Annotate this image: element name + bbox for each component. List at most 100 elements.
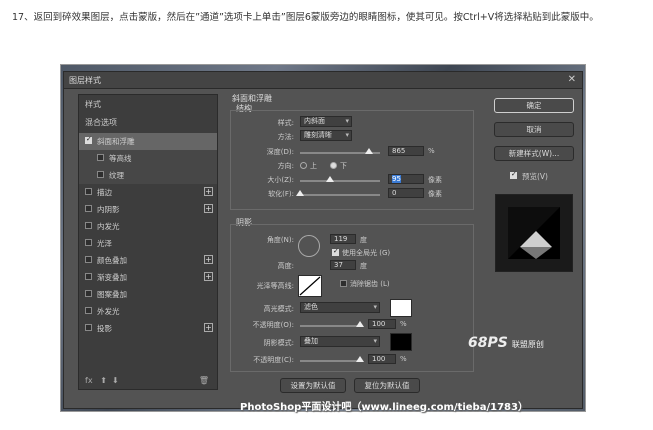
68ps-watermark-logo: 68PS 联盟原创	[468, 335, 544, 351]
add-effect-icon[interactable]: +	[204, 272, 213, 281]
highlight-color-swatch[interactable]	[390, 299, 412, 317]
size-slider-knob[interactable]	[326, 176, 335, 182]
altitude-input[interactable]: 37	[330, 260, 356, 270]
style-item-5[interactable]: 内发光	[79, 218, 217, 235]
dialog-titlebar: 图层样式 ✕	[64, 72, 582, 89]
style-item-label: 内阴影	[97, 205, 120, 214]
method-dropdown[interactable]: 雕刻清晰	[300, 130, 352, 141]
style-label: 样式:	[277, 119, 294, 127]
shadow-color-swatch[interactable]	[390, 333, 412, 351]
style-item-4[interactable]: 内阴影 +	[79, 201, 217, 218]
blend-options-item[interactable]: 混合选项	[85, 117, 117, 128]
shadow-opacity-input[interactable]: 100	[368, 354, 396, 364]
style-item-7[interactable]: 颜色叠加 +	[79, 252, 217, 269]
style-item-11[interactable]: 投影 +	[79, 320, 217, 337]
depth-label: 深度(D):	[266, 148, 294, 156]
style-item-9[interactable]: 图案叠加	[79, 286, 217, 303]
gloss-contour-label: 光泽等高线:	[256, 282, 294, 290]
style-item-checkbox[interactable]	[85, 256, 92, 263]
direction-up-radio[interactable]	[300, 162, 307, 169]
highlight-opacity-slider[interactable]	[300, 321, 364, 327]
style-item-checkbox[interactable]	[85, 307, 92, 314]
styles-list-panel: 样式 混合选项 斜面和浮雕等高线纹理描边 + 内阴影 + 内发光光泽颜色叠加 + 渐变叠加 +…	[78, 94, 218, 390]
altitude-unit: 度	[360, 262, 367, 270]
direction-label: 方向:	[277, 162, 294, 170]
preview-graphic	[508, 207, 560, 259]
move-down-icon[interactable]: ⬇	[112, 376, 119, 385]
highlight-opacity-knob[interactable]	[356, 321, 364, 327]
highlight-opacity-input[interactable]: 100	[368, 319, 396, 329]
preview-checkbox[interactable]	[510, 170, 517, 179]
close-icon[interactable]: ✕	[568, 74, 576, 85]
style-item-checkbox[interactable]	[97, 154, 104, 161]
depth-input[interactable]: 865	[388, 146, 424, 156]
style-item-10[interactable]: 外发光	[79, 303, 217, 320]
style-item-label: 光泽	[97, 239, 112, 248]
cancel-button[interactable]: 取消	[494, 122, 574, 137]
gloss-contour-picker[interactable]	[298, 275, 322, 297]
fx-icon[interactable]: fx ⬆ ⬇	[85, 376, 119, 385]
add-effect-icon[interactable]: +	[204, 255, 213, 264]
style-item-label: 内发光	[97, 222, 120, 231]
style-item-1[interactable]: 等高线	[79, 150, 217, 167]
antialias-checkbox[interactable]	[340, 280, 347, 287]
angle-input[interactable]: 119	[330, 234, 356, 244]
style-item-checkbox[interactable]	[85, 239, 92, 246]
size-label: 大小(Z):	[267, 176, 294, 184]
ok-button[interactable]: 确定	[494, 98, 574, 113]
depth-slider[interactable]	[300, 148, 380, 154]
style-item-6[interactable]: 光泽	[79, 235, 217, 252]
soften-slider[interactable]	[296, 190, 380, 196]
shadow-opacity-slider[interactable]	[300, 356, 364, 362]
shadow-mode-label: 阴影模式:	[263, 339, 294, 347]
depth-slider-knob[interactable]	[364, 148, 373, 154]
style-item-checkbox[interactable]	[85, 324, 92, 331]
style-item-0[interactable]: 斜面和浮雕	[79, 133, 217, 150]
reset-default-button[interactable]: 复位为默认值	[354, 378, 420, 393]
altitude-label: 高度:	[277, 262, 294, 270]
style-item-label: 斜面和浮雕	[97, 137, 135, 146]
soften-input[interactable]: 0	[388, 188, 424, 198]
size-input[interactable]: 95	[388, 174, 424, 184]
dialog-title: 图层样式	[69, 76, 101, 85]
style-item-label: 颜色叠加	[97, 256, 127, 265]
add-effect-icon[interactable]: +	[204, 187, 213, 196]
angle-unit: 度	[360, 236, 367, 244]
angle-dial[interactable]	[298, 235, 320, 257]
style-item-checkbox[interactable]	[85, 273, 92, 280]
style-dropdown[interactable]: 内斜面	[300, 116, 352, 127]
style-item-checkbox[interactable]	[85, 222, 92, 229]
screenshot-frame: 图层样式 ✕ 样式 混合选项 斜面和浮雕等高线纹理描边 + 内阴影 + 内发光光泽颜色叠…	[60, 64, 586, 412]
move-up-icon[interactable]: ⬆	[100, 376, 107, 385]
trash-icon[interactable]: 🗑	[199, 376, 209, 385]
global-light-checkbox[interactable]	[332, 247, 339, 256]
set-default-button[interactable]: 设置为默认值	[280, 378, 346, 393]
style-item-checkbox[interactable]	[85, 135, 92, 144]
size-slider[interactable]	[300, 176, 380, 182]
add-effect-icon[interactable]: +	[204, 204, 213, 213]
style-item-label: 渐变叠加	[97, 273, 127, 282]
style-item-checkbox[interactable]	[97, 171, 104, 178]
style-item-8[interactable]: 渐变叠加 +	[79, 269, 217, 286]
style-item-label: 描边	[97, 188, 112, 197]
highlight-opacity-label: 不透明度(O):	[252, 321, 294, 329]
style-item-label: 外发光	[97, 307, 120, 316]
style-item-2[interactable]: 纹理	[79, 167, 217, 184]
add-effect-icon[interactable]: +	[204, 323, 213, 332]
style-item-3[interactable]: 描边 +	[79, 184, 217, 201]
shadow-opacity-unit: %	[400, 355, 407, 363]
new-style-button[interactable]: 新建样式(W)...	[494, 146, 574, 161]
style-item-checkbox[interactable]	[85, 205, 92, 212]
style-preview-thumbnail	[495, 194, 573, 272]
soften-slider-knob[interactable]	[296, 190, 304, 196]
highlight-mode-dropdown[interactable]: 滤色	[300, 302, 380, 313]
styles-header[interactable]: 样式	[85, 99, 101, 110]
style-item-checkbox[interactable]	[85, 188, 92, 195]
angle-label: 角度(N):	[266, 236, 294, 244]
direction-down-radio[interactable]	[330, 162, 337, 169]
antialias-label: 消除锯齿 (L)	[350, 280, 390, 288]
style-item-checkbox[interactable]	[85, 290, 92, 297]
shadow-opacity-knob[interactable]	[356, 356, 364, 362]
style-item-label: 图案叠加	[97, 290, 127, 299]
shadow-mode-dropdown[interactable]: 叠加	[300, 336, 380, 347]
